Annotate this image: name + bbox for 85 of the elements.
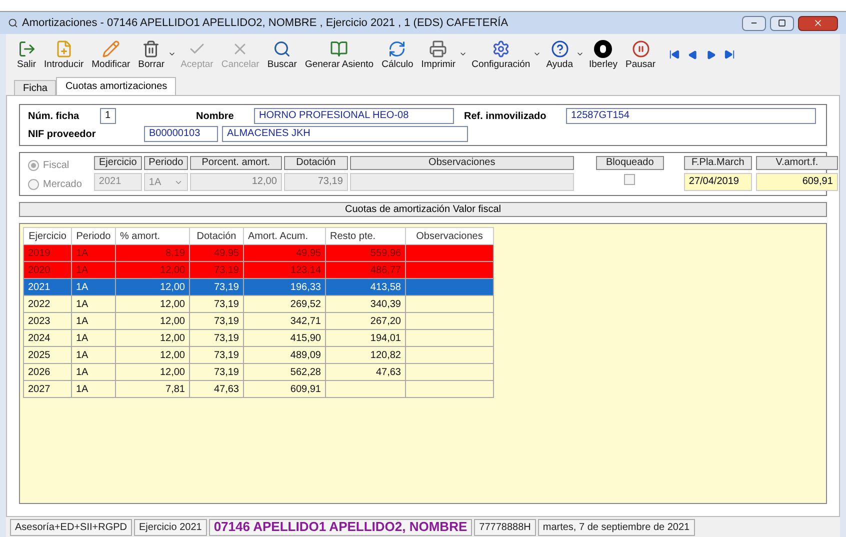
pause-icon — [632, 40, 650, 58]
table-cell: 7,81 — [116, 380, 190, 398]
radio-label: Fiscal — [43, 159, 70, 173]
column-header[interactable]: Resto pte. — [326, 228, 406, 244]
column-header[interactable]: Ejercicio — [24, 228, 72, 244]
column-header[interactable]: % amort. — [116, 228, 190, 244]
close-button[interactable] — [798, 16, 838, 30]
column-label: Observaciones — [350, 156, 574, 170]
table-cell: 47,63 — [190, 380, 244, 398]
table-cell: 609,91 — [244, 380, 326, 398]
input-field[interactable]: 12587GT154 — [566, 108, 816, 124]
toolbar-button[interactable]: Pausar — [622, 40, 659, 72]
exit-icon — [18, 40, 36, 58]
label: Nombre — [196, 110, 235, 124]
table-row[interactable]: 2021 1A 12,00 73,19 196,33 413,58 — [24, 278, 494, 296]
toolbar-button[interactable]: Buscar — [264, 40, 300, 72]
column-label: Ejercicio — [94, 156, 142, 170]
book-icon — [330, 40, 348, 58]
table-row[interactable]: 2027 1A 7,81 47,63 609,91 — [24, 380, 494, 398]
status-field: Ejercicio 2021 — [134, 518, 207, 536]
table-row[interactable]: 2023 1A 12,00 73,19 342,71 267,20 — [24, 312, 494, 330]
pencil-icon — [102, 40, 120, 58]
column-header[interactable]: Amort. Acum. — [244, 228, 326, 244]
toolbar-button[interactable]: Iberley — [586, 40, 620, 72]
radio-button[interactable] — [28, 179, 39, 190]
label: Ref. inmovilizado — [464, 110, 548, 124]
first-record-icon[interactable] — [668, 49, 680, 60]
toolbar-button[interactable]: Cálculo — [378, 40, 416, 72]
previous-record-icon[interactable] — [688, 50, 698, 60]
table-title: Cuotas de amortización Valor fiscal — [19, 202, 827, 217]
input-field[interactable] — [350, 173, 574, 191]
window-title: Amortizaciones - 07146 APELLIDO1 APELLIDO2, NOMBRE , Ejercicio 2021 , 1 (EDS) CAFETERÍA — [22, 16, 510, 31]
radio-button[interactable] — [28, 160, 39, 171]
status-field: Asesoría+ED+SII+RGPD — [10, 518, 132, 536]
radio-label: Mercado — [43, 178, 82, 192]
maximize-icon — [778, 19, 786, 27]
toolbar-button[interactable]: Generar Asiento — [302, 40, 377, 72]
next-record-icon[interactable] — [706, 50, 716, 60]
last-record-icon[interactable] — [724, 49, 735, 60]
toolbar-button[interactable]: Imprimir — [418, 40, 467, 72]
toolbar-button[interactable]: Introducir — [41, 40, 87, 72]
table-row[interactable]: 2022 1A 12,00 73,19 269,52 340,39 — [24, 296, 494, 312]
input-field[interactable]: HORNO PROFESIONAL HEO-08 — [254, 108, 454, 124]
toolbar-button[interactable]: Modificar — [88, 40, 134, 72]
input-field[interactable]: 27/04/2019 — [684, 173, 752, 191]
maximize-button[interactable] — [770, 16, 794, 30]
refresh-icon — [388, 40, 406, 58]
settings-icon — [492, 40, 510, 58]
logo-icon — [594, 40, 612, 58]
column-header[interactable]: Observaciones — [406, 228, 494, 244]
toolbar-button[interactable]: Configuración — [468, 40, 542, 72]
status-field: martes, 7 de septiembre de 2021 — [538, 518, 695, 536]
trash-icon — [142, 40, 160, 58]
tab[interactable]: Ficha — [14, 80, 56, 95]
help-icon — [550, 40, 569, 58]
input-field[interactable]: 73,19 — [284, 173, 348, 191]
column-label: Bloqueado — [596, 156, 664, 170]
table-cell: 1A — [72, 380, 116, 398]
column-label: Porcent. amort. — [190, 156, 282, 170]
input-field[interactable]: ALMACENES JKH — [222, 126, 468, 142]
label: Núm. ficha — [28, 110, 80, 124]
column-label: Periodo — [144, 156, 188, 170]
status-field: 77778888H — [474, 518, 536, 536]
close-icon — [813, 18, 823, 28]
table-row[interactable]: 2026 1A 12,00 73,19 562,28 47,63 — [24, 364, 494, 380]
input-field[interactable]: 1 — [100, 108, 116, 124]
input-field[interactable]: 609,91 — [756, 173, 838, 191]
tab[interactable]: Cuotas amortizaciones — [56, 77, 176, 95]
column-label: V.amort.f. — [756, 156, 838, 170]
add-document-icon — [54, 40, 73, 58]
table-row[interactable]: 2024 1A 12,00 73,19 415,90 194,01 — [24, 330, 494, 346]
table-cell: 2027 — [24, 380, 72, 398]
printer-icon — [429, 40, 448, 58]
toolbar-button[interactable]: Ayuda — [543, 40, 584, 72]
checkbox[interactable] — [624, 174, 636, 185]
status-field: 07146 APELLIDO1 APELLIDO2, NOMBRE — [208, 518, 472, 536]
column-label: F.Pla.March — [684, 156, 752, 170]
toolbar-button[interactable]: Borrar — [135, 40, 176, 72]
table-row[interactable]: 2025 1A 12,00 73,19 489,09 120,82 — [24, 346, 494, 364]
column-label: Dotación — [284, 156, 348, 170]
label: NIF proveedor — [28, 128, 97, 142]
input-field[interactable]: 12,00 — [190, 173, 282, 191]
input-field[interactable]: B00000103 — [144, 126, 218, 142]
toolbar-button[interactable]: Salir — [14, 40, 40, 72]
search-icon — [273, 40, 292, 58]
